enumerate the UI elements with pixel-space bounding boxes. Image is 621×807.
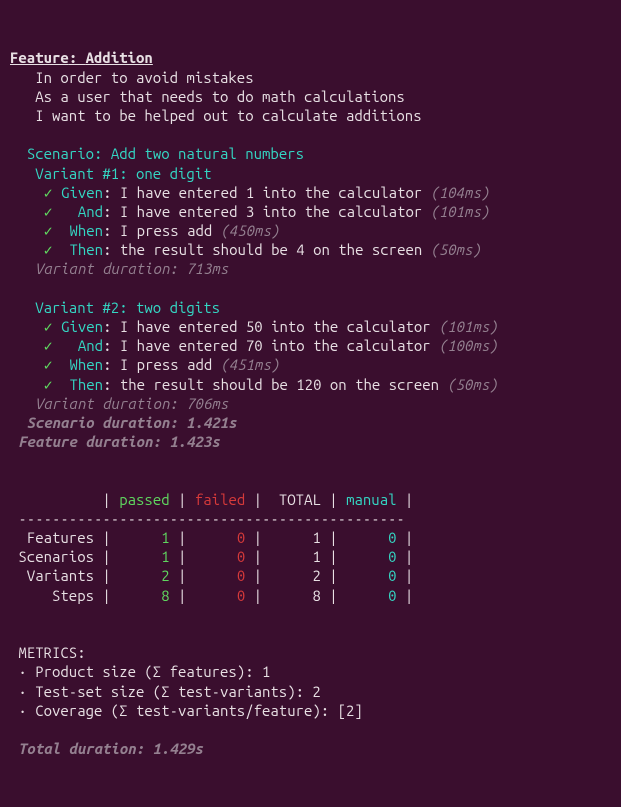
table-cell: 0 <box>388 548 396 565</box>
table-row-label: Scenarios <box>18 548 94 565</box>
table-header-manual: manual <box>346 491 396 508</box>
step-time: (450ms) <box>221 222 280 239</box>
variant-duration: Variant duration: 706ms <box>35 395 228 412</box>
table-header-failed: failed <box>195 491 245 508</box>
table-header-total: TOTAL <box>279 491 321 508</box>
feature-label: Feature <box>10 49 69 66</box>
step-text: I have entered 70 into the calculator <box>120 337 431 354</box>
table-cell: 0 <box>237 529 245 546</box>
step-time: (101ms) <box>431 203 490 220</box>
narrative-line: As a user that needs to do math calculat… <box>35 88 405 105</box>
step-time: (50ms) <box>447 376 497 393</box>
step-keyword: When <box>61 222 103 239</box>
scenario-duration: Scenario duration: 1.421s <box>27 414 237 431</box>
table-cell: 1 <box>161 529 169 546</box>
metrics-title: METRICS: <box>18 644 85 661</box>
table-cell: 0 <box>237 587 245 604</box>
variant-duration: Variant duration: 713ms <box>35 260 228 277</box>
step-text: I press add <box>120 222 212 239</box>
metrics-line: · Coverage (Σ test-variants/feature): [2… <box>18 702 362 719</box>
table-cell: 1 <box>312 548 320 565</box>
step-time: (451ms) <box>221 356 280 373</box>
check-icon: ✓ <box>44 184 53 201</box>
step-keyword: Given <box>61 184 103 201</box>
table-cell: 0 <box>388 567 396 584</box>
step-text: the result should be 4 on the screen <box>120 241 422 258</box>
table-cell: 2 <box>312 567 320 584</box>
table-cell: 8 <box>161 587 169 604</box>
check-icon: ✓ <box>44 337 53 354</box>
check-icon: ✓ <box>44 356 53 373</box>
check-icon: ✓ <box>44 376 53 393</box>
table-cell: 1 <box>161 548 169 565</box>
table-hline: ----------------------------------------… <box>10 510 405 527</box>
step-keyword: Then <box>61 241 103 258</box>
narrative-line: In order to avoid mistakes <box>35 69 253 86</box>
total-duration: Total duration: 1.429s <box>18 740 203 757</box>
check-icon: ✓ <box>44 222 53 239</box>
metrics-line: · Test-set size (Σ test-variants): 2 <box>18 683 320 700</box>
step-keyword: And <box>61 203 103 220</box>
table-row-label: Steps <box>18 587 94 604</box>
table-cell: 2 <box>161 567 169 584</box>
step-text: I have entered 50 into the calculator <box>120 318 431 335</box>
scenario-label: Scenario <box>27 145 94 162</box>
step-text: I have entered 3 into the calculator <box>120 203 422 220</box>
table-cell: 1 <box>312 529 320 546</box>
metrics-line: · Product size (Σ features): 1 <box>18 663 270 680</box>
step-text: I press add <box>120 356 212 373</box>
scenario-header: Scenario: Add two natural numbers <box>27 145 304 162</box>
check-icon: ✓ <box>44 203 53 220</box>
variant-heading: Variant #2: two digits <box>35 299 220 316</box>
table-cell: 0 <box>388 587 396 604</box>
table-row-label: Variants <box>18 567 94 584</box>
table-header-sep: | <box>102 491 110 508</box>
step-text: the result should be 120 on the screen <box>120 376 439 393</box>
step-time: (50ms) <box>431 241 481 258</box>
feature-name: Addition <box>86 49 153 66</box>
variant-heading: Variant #1: one digit <box>35 165 211 182</box>
table-cell: 0 <box>237 548 245 565</box>
step-keyword: Then <box>61 376 103 393</box>
step-keyword: Given <box>61 318 103 335</box>
step-time: (101ms) <box>439 318 498 335</box>
table-cell: 8 <box>312 587 320 604</box>
step-keyword: When <box>61 356 103 373</box>
table-cell: 0 <box>388 529 396 546</box>
feature-duration: Feature duration: 1.423s <box>18 433 220 450</box>
check-icon: ✓ <box>44 241 53 258</box>
step-time: (100ms) <box>439 337 498 354</box>
narrative-line: I want to be helped out to calculate add… <box>35 107 421 124</box>
step-keyword: And <box>61 337 103 354</box>
table-cell: 0 <box>237 567 245 584</box>
step-time: (104ms) <box>431 184 490 201</box>
step-text: I have entered 1 into the calculator <box>120 184 422 201</box>
table-header-passed: passed <box>119 491 169 508</box>
check-icon: ✓ <box>44 318 53 335</box>
feature-header: Feature: Addition <box>10 49 153 66</box>
scenario-name: Add two natural numbers <box>111 145 304 162</box>
table-row-label: Features <box>18 529 94 546</box>
